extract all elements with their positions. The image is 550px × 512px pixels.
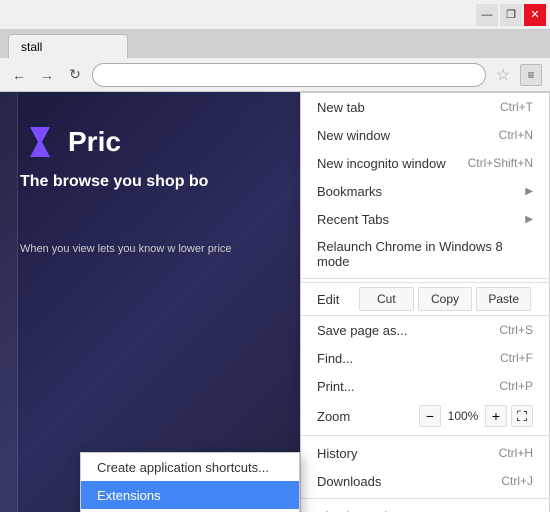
logo-icon xyxy=(20,122,60,162)
logo-text: Pric xyxy=(68,126,121,158)
active-tab[interactable]: stall xyxy=(8,34,128,58)
close-button[interactable]: ✕ xyxy=(524,4,546,26)
refresh-button[interactable]: ↻ xyxy=(64,64,86,86)
forward-button[interactable]: → xyxy=(36,64,58,86)
minimize-button[interactable]: — xyxy=(476,4,498,26)
tab-bar: stall xyxy=(0,30,550,58)
bookmark-star-icon[interactable]: ☆ xyxy=(492,64,514,86)
page-background: Pric The browse you shop bo When you vie… xyxy=(0,92,550,512)
logo-area: Pric xyxy=(20,122,121,162)
maximize-button[interactable]: ❐ xyxy=(500,4,522,26)
page-subtext: When you view lets you know w lower pric… xyxy=(20,242,232,257)
page-content: Pric The browse you shop bo When you vie… xyxy=(0,92,550,512)
back-button[interactable]: ← xyxy=(8,64,30,86)
chrome-menu-button[interactable]: ≡ xyxy=(520,64,542,86)
page-sidebar xyxy=(0,92,18,512)
page-headline: The browse you shop bo xyxy=(20,172,208,193)
title-bar: — ❐ ✕ xyxy=(0,0,550,30)
address-input[interactable] xyxy=(92,63,486,87)
tab-label: stall xyxy=(21,40,42,54)
address-bar: ← → ↻ ☆ ≡ xyxy=(0,58,550,92)
